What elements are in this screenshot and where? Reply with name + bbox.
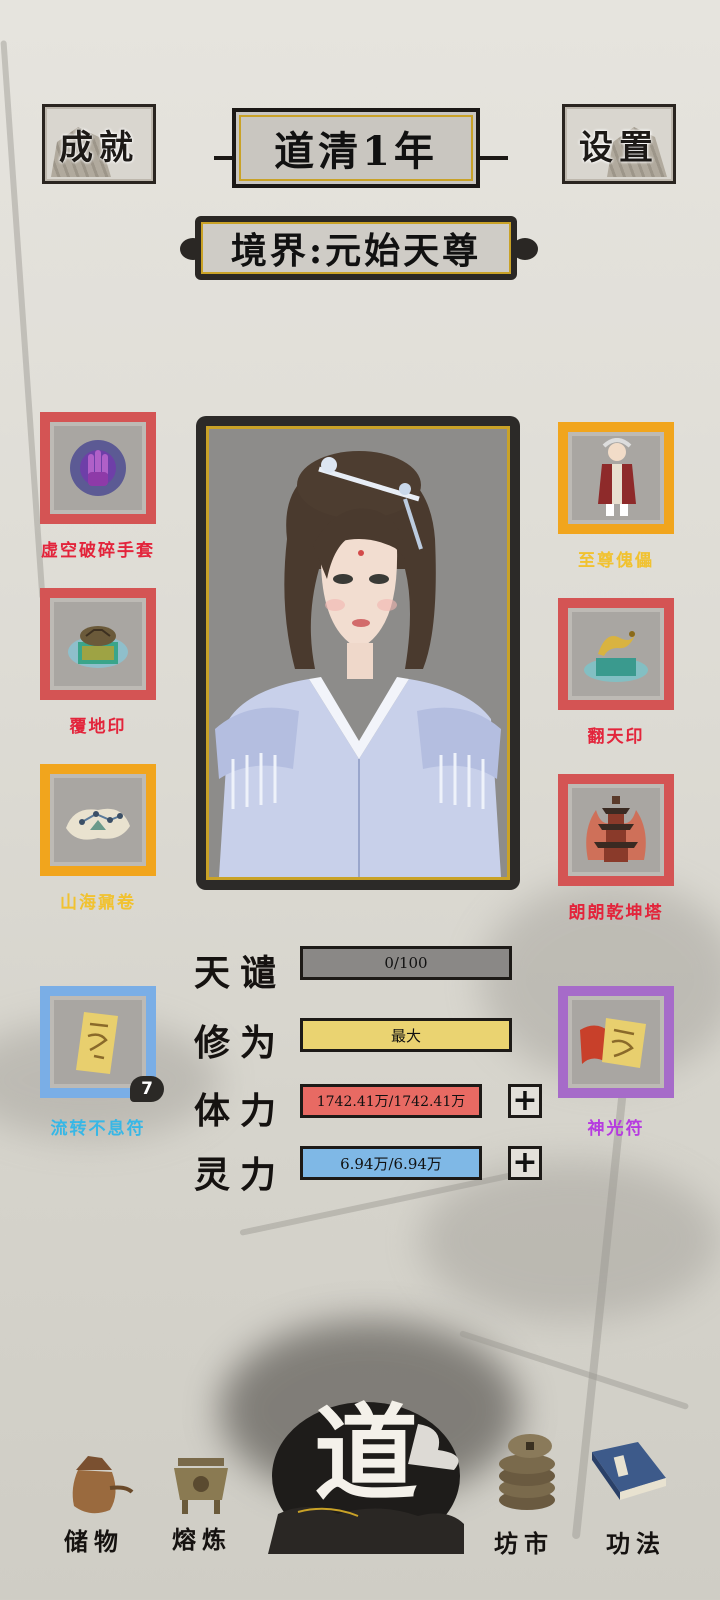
nav-smelt[interactable]: 熔炼 (156, 1448, 256, 1554)
settings-label: 设置 (579, 127, 659, 168)
equip-label-mountain-scroll: 山海鼐卷 (60, 893, 136, 913)
lingli-bar: 6.94万/6.94万 (300, 1146, 482, 1180)
equip-label-earth-seal: 覆地印 (69, 717, 127, 737)
achievements-label: 成就 (59, 127, 139, 168)
tili-bar: 1742.41万/1742.41万 (300, 1084, 482, 1118)
nav-storage-label: 储物 (64, 1527, 124, 1556)
plus-icon: + (512, 1083, 538, 1118)
lingli-plus-button[interactable]: + (508, 1146, 542, 1180)
character-illustration (215, 451, 501, 877)
dragon-seal-icon (584, 631, 648, 682)
stat-label-xiuwei: 修为 (194, 1022, 287, 1064)
coins-icon (499, 1434, 555, 1510)
stat-label-lingli: 灵力 (194, 1154, 287, 1196)
character-portrait (206, 426, 510, 880)
equip-slot-supreme-puppet[interactable] (558, 422, 674, 534)
book-icon (592, 1442, 666, 1500)
plus-icon: + (512, 1145, 538, 1180)
equip-slot-pagoda[interactable] (558, 774, 674, 886)
stat-label-tili: 体力 (194, 1090, 287, 1132)
tianqian-value: 0/100 (384, 954, 428, 972)
pouch-icon (72, 1456, 134, 1514)
nav-skills[interactable]: 功法 (582, 1430, 682, 1558)
nav-skills-label: 功法 (606, 1529, 666, 1558)
equip-label-supreme-puppet: 至尊傀儡 (578, 551, 654, 571)
equip-label-void-glove: 虚空破碎手套 (41, 541, 155, 561)
nav-storage[interactable]: 储物 (46, 1448, 146, 1556)
item-count-badge: 7 (130, 1076, 164, 1102)
equip-slot-earth-seal[interactable] (40, 588, 156, 700)
tili-value: 1742.41万/1742.41万 (316, 1094, 466, 1110)
year-plaque: 道清1年 (232, 108, 480, 188)
equip-label-pagoda: 朗朗乾坤塔 (568, 903, 664, 923)
dao-label: 道 (313, 1392, 418, 1515)
nav-market-label: 坊市 (494, 1529, 554, 1558)
equip-slot-heaven-seal[interactable] (558, 598, 674, 710)
nav-smelt-label: 熔炼 (172, 1525, 232, 1554)
achievements-button[interactable]: 成就 (42, 104, 156, 184)
bamboo-stalk-decoration (0, 40, 46, 600)
xiuwei-bar: 最大 (300, 1018, 512, 1052)
nav-market[interactable]: 坊市 (480, 1430, 580, 1558)
purple-glove-icon (70, 440, 126, 496)
lingli-value: 6.94万/6.94万 (340, 1154, 442, 1173)
equip-label-heaven-seal: 翻天印 (587, 727, 645, 747)
talisman-icon (76, 1012, 118, 1074)
equip-label-flow-talisman: 流转不息符 (50, 1119, 146, 1139)
equip-label-divine-talisman: 神光符 (587, 1119, 645, 1139)
equip-slot-mountain-scroll[interactable] (40, 764, 156, 876)
pagoda-icon (586, 796, 646, 862)
tianqian-bar: 0/100 (300, 946, 512, 980)
scroll-map-icon (66, 808, 130, 840)
settings-button[interactable]: 设置 (562, 104, 676, 184)
realm-plaque: 境界:元始天尊 (195, 216, 517, 280)
year-title: 道清1年 (274, 128, 438, 175)
xiuwei-value: 最大 (390, 1026, 421, 1045)
equip-slot-divine-talisman[interactable] (558, 986, 674, 1098)
puppet-icon (598, 438, 636, 516)
stat-label-tianqian: 天谴 (194, 952, 287, 994)
red-talisman-icon (580, 1018, 646, 1068)
realm-title: 境界:元始天尊 (230, 230, 482, 272)
nav-dao-button[interactable]: 道 (268, 1384, 464, 1554)
turtle-seal-icon (68, 626, 128, 668)
cauldron-icon (174, 1458, 228, 1514)
tili-plus-button[interactable]: + (508, 1084, 542, 1118)
equip-slot-void-glove[interactable] (40, 412, 156, 524)
